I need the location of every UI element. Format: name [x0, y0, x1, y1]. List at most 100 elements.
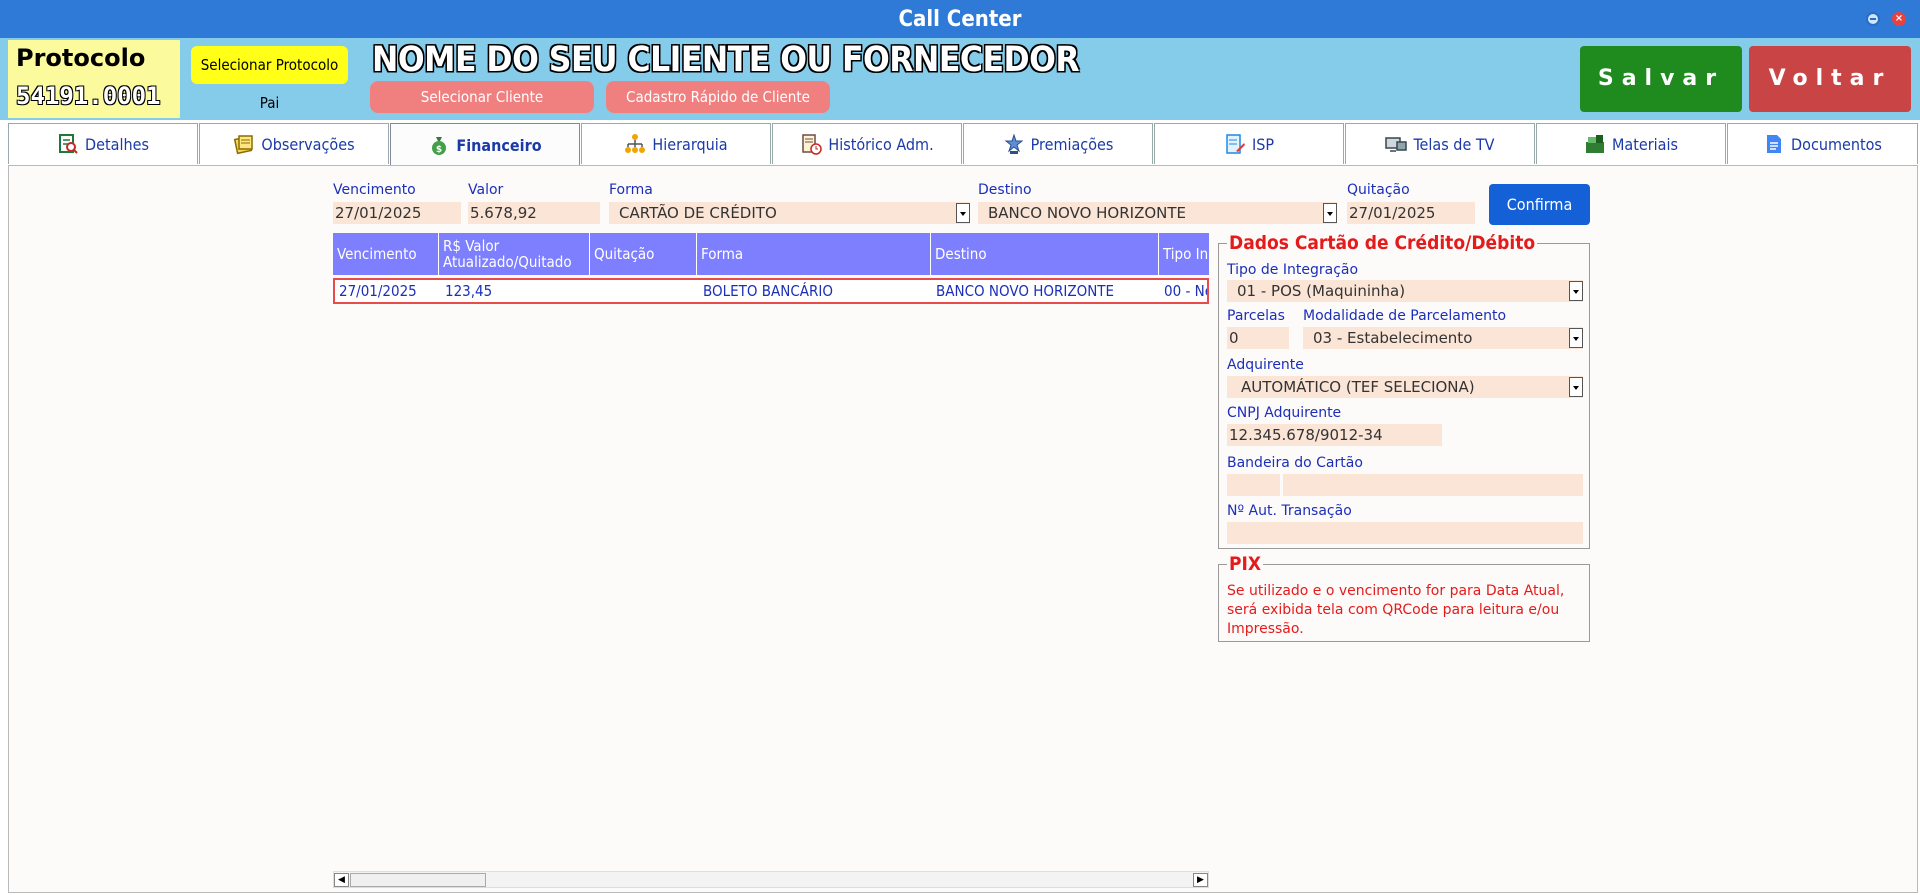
- column-header[interactable]: R$ Valor Atualizado/Quitado: [439, 233, 590, 275]
- tab-telas-de-tv[interactable]: Telas de TV: [1345, 123, 1535, 164]
- tab-detalhes[interactable]: Detalhes: [8, 123, 198, 164]
- horizontal-scrollbar[interactable]: ◀ ▶: [333, 871, 1209, 888]
- column-header[interactable]: Destino: [931, 233, 1159, 275]
- tab-label: Financeiro: [456, 135, 542, 155]
- bandeira-code-field[interactable]: [1227, 474, 1280, 496]
- parcelas-label: Parcelas: [1227, 308, 1285, 324]
- tab-hierarquia[interactable]: Hierarquia: [581, 123, 771, 164]
- valor-label: Valor: [468, 182, 504, 198]
- client-name: NOME DO SEU CLIENTE OU FORNECEDOR: [372, 40, 1080, 80]
- tab-bar: Detalhes Observações $ Financeiro Hierar…: [8, 123, 1920, 166]
- confirm-button[interactable]: Confirma: [1489, 184, 1590, 225]
- tab-observacoes[interactable]: Observações: [199, 123, 389, 164]
- scroll-right-icon[interactable]: ▶: [1193, 873, 1208, 887]
- modalidade-select[interactable]: 03 - Estabelecimento: [1303, 327, 1583, 349]
- chevron-down-icon[interactable]: [1569, 281, 1583, 301]
- magnifier-document-icon: [59, 134, 78, 154]
- chevron-down-icon[interactable]: [1569, 328, 1583, 348]
- cnpj-field[interactable]: 12.345.678/9012-34: [1227, 424, 1442, 446]
- tab-materiais[interactable]: Materiais: [1536, 123, 1726, 164]
- adquirente-label: Adquirente: [1227, 357, 1304, 373]
- minimize-icon[interactable]: [1866, 12, 1880, 26]
- notes-icon: [234, 135, 254, 155]
- column-header[interactable]: Vencimento: [333, 233, 439, 275]
- close-icon[interactable]: ×: [1892, 12, 1906, 26]
- select-client-button[interactable]: Selecionar Cliente: [370, 81, 594, 113]
- chevron-down-icon[interactable]: [1323, 203, 1337, 223]
- modalidade-value: 03 - Estabelecimento: [1313, 329, 1473, 347]
- tab-label: Hierarquia: [652, 134, 728, 154]
- modalidade-label: Modalidade de Parcelamento: [1303, 308, 1507, 324]
- cell-valor: 123,45: [445, 282, 493, 300]
- cell-forma: BOLETO BANCÁRIO: [703, 282, 834, 300]
- window-title: Call Center: [898, 7, 1022, 32]
- card-data-panel: Dados Cartão de Crédito/Débito Tipo de I…: [1218, 232, 1590, 549]
- destino-select[interactable]: BANCO NOVO HORIZONTE: [978, 202, 1337, 224]
- back-button[interactable]: Voltar: [1749, 46, 1911, 112]
- adquirente-select[interactable]: AUTOMÁTICO (TEF SELECIONA): [1227, 376, 1583, 398]
- title-bar: Call Center ×: [0, 0, 1920, 38]
- parcelas-field[interactable]: 0: [1227, 327, 1289, 349]
- tab-label: Histórico Adm.: [828, 134, 934, 154]
- tab-label: Telas de TV: [1413, 134, 1495, 154]
- tipo-integracao-select[interactable]: 01 - POS (Maquininha): [1227, 280, 1583, 302]
- select-parent-protocol-button[interactable]: Selecionar Protocolo Pai: [191, 46, 348, 112]
- chevron-down-icon[interactable]: [1569, 377, 1583, 397]
- pix-panel: PIX Se utilizado e o vencimento for para…: [1218, 553, 1590, 642]
- edit-document-icon: [1226, 134, 1245, 154]
- protocol-number: 54191.0001: [16, 82, 161, 110]
- adquirente-value: AUTOMÁTICO (TEF SELECIONA): [1241, 378, 1475, 396]
- cnpj-label: CNPJ Adquirente: [1227, 405, 1342, 421]
- tab-label: Premiações: [1030, 134, 1114, 154]
- pix-panel-title: PIX: [1227, 553, 1264, 575]
- tab-label: ISP: [1251, 134, 1275, 154]
- tab-financeiro[interactable]: $ Financeiro: [390, 123, 580, 166]
- cell-vencimento: 27/01/2025: [339, 282, 417, 300]
- payments-grid: Vencimento R$ Valor Atualizado/Quitado Q…: [333, 233, 1209, 809]
- materials-icon: [1586, 135, 1604, 153]
- svg-text:$: $: [436, 145, 442, 155]
- quitacao-label: Quitação: [1347, 182, 1410, 198]
- tab-premiacoes[interactable]: Premiações: [963, 123, 1153, 164]
- column-header[interactable]: Forma: [697, 233, 931, 275]
- money-bag-icon: $: [432, 137, 447, 155]
- hierarchy-icon: [625, 134, 646, 153]
- vencimento-field[interactable]: 27/01/2025: [333, 202, 461, 224]
- protocol-label: Protocolo: [16, 44, 146, 72]
- tipo-integracao-label: Tipo de Integração: [1227, 262, 1359, 278]
- destino-label: Destino: [978, 182, 1032, 198]
- protocol-box: Protocolo 54191.0001: [8, 40, 180, 118]
- tab-label: Materiais: [1612, 134, 1678, 154]
- award-icon: [1004, 133, 1024, 154]
- vencimento-label: Vencimento: [333, 182, 416, 198]
- forma-value: CARTÃO DE CRÉDITO: [619, 204, 777, 222]
- tab-isp[interactable]: ISP: [1154, 123, 1344, 164]
- table-row[interactable]: 27/01/2025 123,45 BOLETO BANCÁRIO BANCO …: [333, 278, 1209, 304]
- scroll-left-icon[interactable]: ◀: [334, 873, 349, 887]
- tab-label: Documentos: [1791, 134, 1882, 154]
- quitacao-field[interactable]: 27/01/2025: [1347, 202, 1475, 224]
- cell-tipo: 00 - Nen: [1164, 282, 1207, 300]
- quick-register-client-button[interactable]: Cadastro Rápido de Cliente: [606, 81, 830, 113]
- cell-destino: BANCO NOVO HORIZONTE: [936, 282, 1115, 300]
- tab-label: Observações: [261, 134, 355, 154]
- card-panel-title: Dados Cartão de Crédito/Débito: [1227, 232, 1538, 254]
- tab-historico-adm[interactable]: Histórico Adm.: [772, 123, 962, 164]
- bandeira-name-field[interactable]: [1283, 474, 1583, 496]
- tab-documentos[interactable]: Documentos: [1727, 123, 1918, 164]
- save-button[interactable]: Salvar: [1580, 46, 1742, 112]
- aut-transacao-label: Nº Aut. Transação: [1227, 503, 1352, 519]
- aut-transacao-field[interactable]: [1227, 522, 1583, 544]
- forma-select[interactable]: CARTÃO DE CRÉDITO: [609, 202, 970, 224]
- valor-field[interactable]: 5.678,92: [468, 202, 600, 224]
- header-bar: Protocolo 54191.0001 Selecionar Protocol…: [0, 38, 1920, 120]
- devices-icon: [1385, 137, 1408, 152]
- column-header[interactable]: Quitação: [590, 233, 697, 275]
- bandeira-label: Bandeira do Cartão: [1227, 455, 1363, 471]
- document-icon: [1767, 135, 1782, 153]
- pix-info-text: Se utilizado e o vencimento for para Dat…: [1227, 583, 1565, 637]
- scroll-thumb[interactable]: [350, 873, 486, 887]
- chevron-down-icon[interactable]: [956, 203, 970, 223]
- forma-label: Forma: [609, 182, 653, 198]
- column-header[interactable]: Tipo In: [1159, 233, 1209, 275]
